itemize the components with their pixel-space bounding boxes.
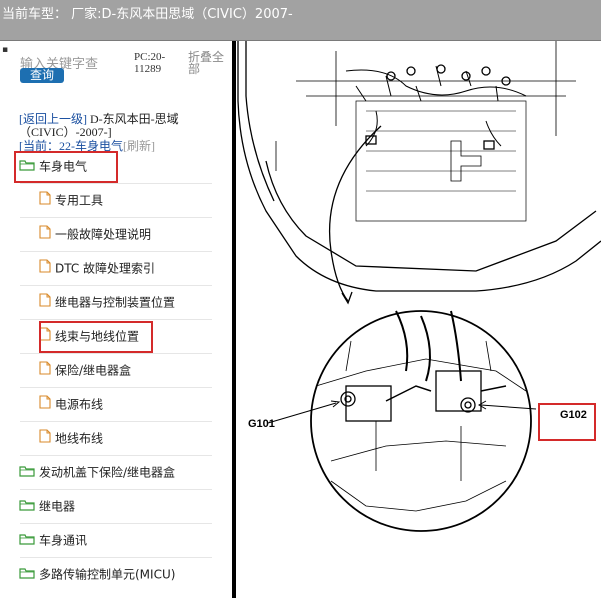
document-icon <box>39 184 51 218</box>
tree-item-车身通讯[interactable]: 车身通讯 <box>19 523 87 557</box>
sidebar: ▪ 输入关键字查 查询 PC:20-11289 折叠全部 [返回上一级] D-东… <box>0 41 232 598</box>
back-link[interactable]: [返回上一级] <box>19 112 87 126</box>
tree-item-继电器[interactable]: 继电器 <box>19 489 75 523</box>
tree-item-label: 车身通讯 <box>39 533 88 548</box>
collapse-all-button[interactable]: 折叠全部 <box>188 51 228 75</box>
tree-item-DTC-故障处理索引[interactable]: DTC 故障处理索引 <box>39 251 155 285</box>
tree-item-继电器与控制装置位置[interactable]: 继电器与控制装置位置 <box>39 285 175 319</box>
sidebar-marker: ▪ <box>2 45 9 55</box>
document-icon <box>39 286 51 320</box>
title-bar: 当前车型： 厂家:D-东风本田思域（CIVIC）2007- <box>0 0 601 41</box>
tree-item-highlight <box>14 151 118 183</box>
tree-item-一般故障处理说明[interactable]: 一般故障处理说明 <box>39 217 151 251</box>
tree-item-highlight <box>39 321 153 353</box>
breadcrumb: [返回上一级] D-东风本田-思域（CIVIC）-2007-] <box>19 113 224 139</box>
query-button[interactable]: 查询 <box>20 68 64 83</box>
tree-item-保险-继电器盒[interactable]: 保险/继电器盒 <box>39 353 131 387</box>
document-icon <box>39 252 51 286</box>
tree-item-多路传输控制单元-MICU[interactable]: 多路传输控制单元(MICU) <box>19 557 175 591</box>
folder-icon <box>19 524 35 558</box>
ground-location-diagram <box>237 41 601 532</box>
tree-item-地线布线[interactable]: 地线布线 <box>39 421 103 455</box>
tree-item-label: 继电器与控制装置位置 <box>55 295 176 310</box>
document-icon <box>39 354 51 388</box>
tree-item-label: 专用工具 <box>55 193 104 208</box>
tree-item-label: 保险/继电器盒 <box>55 363 132 378</box>
tree-item-label: 发动机盖下保险/继电器盒 <box>39 465 176 480</box>
refresh-link[interactable]: [刷新] <box>123 139 155 153</box>
folder-icon <box>19 490 35 524</box>
tree-item-label: 多路传输控制单元(MICU) <box>39 567 176 582</box>
tree-item-电源布线[interactable]: 电源布线 <box>39 387 103 421</box>
tree-item-label: 一般故障处理说明 <box>55 227 152 242</box>
tree-item-发动机盖下保险-继电器盒[interactable]: 发动机盖下保险/继电器盒 <box>19 455 175 489</box>
tree-item-专用工具[interactable]: 专用工具 <box>39 183 103 217</box>
folder-icon <box>19 456 35 490</box>
folder-icon <box>19 558 35 592</box>
diagram-panel: G101 G102 <box>236 41 601 598</box>
tree-item-label: 地线布线 <box>55 431 104 446</box>
document-icon <box>39 218 51 252</box>
current-model-title: 当前车型： 厂家:D-东风本田思域（CIVIC）2007- <box>2 7 293 22</box>
g101-label: G101 <box>248 418 275 430</box>
document-icon <box>39 388 51 422</box>
tree-item-label: 继电器 <box>39 499 76 514</box>
tree-item-label: DTC 故障处理索引 <box>55 261 156 276</box>
pc-code: PC:20-11289 <box>134 51 166 75</box>
g102-highlight <box>538 403 596 441</box>
tree-item-label: 电源布线 <box>55 397 104 412</box>
document-icon <box>39 422 51 456</box>
